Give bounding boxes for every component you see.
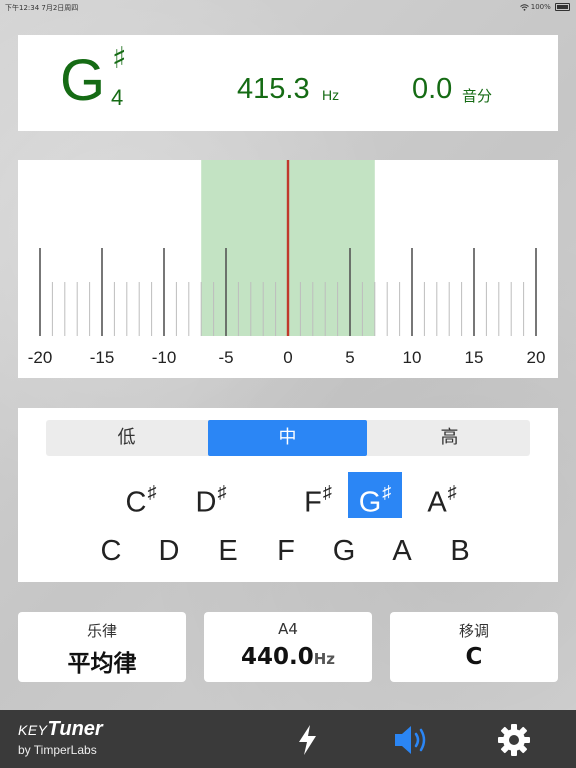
key-a-sharp[interactable]: A♯	[415, 472, 469, 519]
a4-unit: Hz	[313, 650, 336, 668]
key-a[interactable]: A	[375, 528, 429, 574]
key-g[interactable]: G	[317, 528, 371, 574]
temperament-card[interactable]: 乐律 平均律	[18, 612, 186, 682]
status-bar: 下午12:34 7月2日周四 100%	[0, 0, 576, 14]
temperament-value: 平均律	[67, 651, 137, 677]
meter-scale-label: -10	[152, 348, 177, 367]
key-c[interactable]: C	[84, 528, 138, 574]
key-c-sharp[interactable]: C♯	[114, 472, 168, 519]
battery-percent: 100%	[530, 3, 551, 11]
key-d-sharp[interactable]: D♯	[184, 472, 238, 519]
temperament-title: 乐律	[86, 622, 117, 640]
cents-unit: 音分	[462, 87, 493, 105]
octave-option-low[interactable]: 低	[46, 420, 207, 456]
tuning-meter: -20 -15 -10 -5 0 5 10 15 20	[18, 160, 558, 378]
transpose-title: 移调	[458, 622, 489, 640]
cents-value: 0.0	[412, 73, 453, 105]
a4-value-line: 440.0Hz	[204, 644, 372, 670]
frequency-unit: Hz	[322, 87, 340, 103]
battery-icon	[555, 3, 570, 11]
octave-option-high[interactable]: 高	[369, 420, 530, 456]
meter-scale-label: 15	[465, 348, 484, 367]
key-f[interactable]: F	[259, 528, 313, 574]
lightning-icon[interactable]	[290, 722, 326, 758]
meter-scale-label: -20	[28, 348, 53, 367]
transpose-card[interactable]: 移调 C	[390, 612, 558, 682]
meter-scale: -20 -15 -10 -5 0 5 10 15 20	[28, 160, 546, 367]
meter-scale-label: 10	[403, 348, 422, 367]
meter-scale-label: -15	[90, 348, 115, 367]
a4-value: 440.0	[240, 644, 314, 670]
a4-title: A4	[278, 620, 298, 638]
detected-accidental: ♯	[112, 41, 127, 76]
key-e[interactable]: E	[201, 528, 255, 574]
transpose-value: C	[465, 644, 483, 670]
detected-note: G	[60, 48, 106, 113]
octave-option-mid[interactable]: 中	[208, 420, 367, 456]
key-b[interactable]: B	[433, 528, 487, 574]
reading-panel: G ♯ 4 415.3 Hz 0.0 音分	[18, 35, 558, 131]
key-f-sharp[interactable]: F♯	[291, 472, 345, 519]
wifi-icon	[519, 3, 531, 11]
detected-octave: 4	[111, 85, 124, 110]
app-vendor: by TimperLabs	[18, 743, 97, 757]
gear-icon[interactable]	[496, 722, 532, 758]
meter-scale-label: 20	[527, 348, 546, 367]
status-time-date: 下午12:34 7月2日周四	[5, 4, 79, 12]
tab-bar: KEYTuner by TimperLabs	[0, 710, 576, 768]
frequency-value: 415.3	[237, 73, 310, 105]
key-panel: 低 中 高 C♯ D♯ F♯ G♯ A♯ C D E F G A B	[18, 408, 558, 582]
app-logo: KEYTuner	[18, 718, 103, 740]
meter-scale-label: -5	[218, 348, 233, 367]
key-d[interactable]: D	[142, 528, 196, 574]
a4-reference-card[interactable]: A4 440.0Hz	[204, 612, 372, 682]
key-g-sharp[interactable]: G♯	[348, 472, 402, 519]
octave-selector: 低 中 高	[46, 420, 530, 456]
meter-scale-label: 5	[345, 348, 354, 367]
status-right: 100%	[519, 3, 570, 11]
speaker-icon[interactable]	[392, 722, 432, 758]
meter-scale-label: 0	[283, 348, 292, 367]
